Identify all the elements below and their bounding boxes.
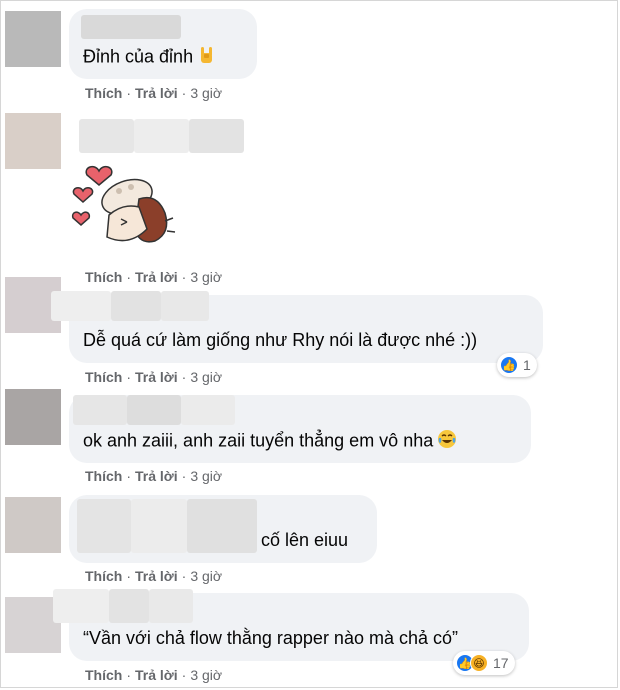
reply-link[interactable]: Trả lời [135, 468, 178, 484]
reply-link[interactable]: Trả lời [135, 85, 178, 101]
like-link[interactable]: Thích [85, 369, 122, 385]
like-link[interactable]: Thích [85, 568, 122, 584]
comment-text-content: Đỉnh của đỉnh [83, 46, 194, 67]
author-name-redacted[interactable] [53, 589, 109, 623]
separator: · [181, 85, 187, 101]
reaction-count: 17 [493, 655, 509, 671]
author-name-redacted [189, 119, 244, 153]
comment-text: ok anh zaiii, anh zaii tuyển thẳng em vô… [83, 429, 457, 454]
avatar[interactable] [5, 389, 61, 445]
separator: · [126, 85, 132, 101]
like-link[interactable]: Thích [85, 468, 122, 484]
author-name-redacted[interactable] [79, 119, 134, 153]
timestamp[interactable]: 3 giờ [190, 269, 222, 285]
author-name-redacted[interactable] [51, 291, 111, 321]
separator: · [181, 269, 187, 285]
separator: · [181, 468, 187, 484]
author-name-redacted [109, 589, 149, 623]
timestamp[interactable]: 3 giờ [190, 369, 222, 385]
comment-text: cố lên eiuu [261, 530, 349, 550]
separator: · [126, 369, 132, 385]
comment-text: “Vần với chả flow thằng rapper nào mà ch… [83, 628, 459, 648]
separator: · [181, 667, 187, 683]
author-name-redacted [127, 395, 181, 425]
thumbs-up-icon: 👍 [500, 356, 518, 374]
avatar[interactable] [5, 113, 61, 169]
comment-text: Đỉnh của đỉnh [83, 45, 217, 70]
author-name-redacted [181, 395, 235, 425]
sign-of-horns-emoji [197, 45, 217, 70]
reply-link[interactable]: Trả lời [135, 369, 178, 385]
comment-actions: Thích · Trả lời · 3 giờ [85, 85, 222, 101]
timestamp[interactable]: 3 giờ [190, 85, 222, 101]
separator: · [126, 667, 132, 683]
reply-link[interactable]: Trả lời [135, 269, 178, 285]
reaction-count: 1 [523, 357, 531, 373]
comment-list: Đỉnh của đỉnh Thích · Trả lời · 3 giờ Thích ·… [0, 0, 618, 688]
comment-bubble: ok anh zaiii, anh zaii tuyển thẳng em vô… [69, 395, 531, 463]
separator: · [126, 269, 132, 285]
separator: · [126, 568, 132, 584]
separator: · [181, 369, 187, 385]
author-name-redacted [161, 291, 209, 321]
mushroom-hearts-sticker[interactable] [69, 159, 185, 255]
tears-of-joy-emoji [437, 429, 457, 454]
comment-text: Dễ quá cứ làm giống như Rhy nói là được … [83, 330, 478, 350]
avatar[interactable] [5, 497, 61, 553]
comment-actions: Thích · Trả lời · 3 giờ [85, 369, 222, 385]
reaction-summary[interactable]: 👍 1 [497, 353, 537, 377]
author-name-redacted[interactable] [77, 499, 131, 553]
avatar[interactable] [5, 11, 61, 67]
separator: · [126, 468, 132, 484]
author-name-redacted [131, 499, 187, 553]
author-name-redacted [134, 119, 189, 153]
author-name-redacted[interactable] [81, 15, 181, 39]
author-name-redacted [187, 499, 257, 553]
timestamp[interactable]: 3 giờ [190, 667, 222, 683]
reply-link[interactable]: Trả lời [135, 568, 178, 584]
like-link[interactable]: Thích [85, 85, 122, 101]
haha-icon: 😆 [470, 654, 488, 672]
timestamp[interactable]: 3 giờ [190, 568, 222, 584]
comment-text-content: ok anh zaiii, anh zaii tuyển thẳng em vô… [83, 430, 434, 451]
timestamp[interactable]: 3 giờ [190, 468, 222, 484]
author-name-redacted [149, 589, 193, 623]
comment-actions: Thích · Trả lời · 3 giờ [85, 667, 222, 683]
like-link[interactable]: Thích [85, 269, 122, 285]
author-name-redacted[interactable] [73, 395, 127, 425]
comment-actions: Thích · Trả lời · 3 giờ [85, 269, 222, 285]
author-name-redacted [111, 291, 161, 321]
comment-bubble: Đỉnh của đỉnh [69, 9, 257, 79]
like-link[interactable]: Thích [85, 667, 122, 683]
comment-bubble: cố lên eiuu [69, 495, 377, 563]
reaction-summary[interactable]: 👍 😆 17 [453, 651, 515, 675]
comment-actions: Thích · Trả lời · 3 giờ [85, 568, 222, 584]
comment-bubble: Dễ quá cứ làm giống như Rhy nói là được … [51, 291, 543, 363]
reply-link[interactable]: Trả lời [135, 667, 178, 683]
separator: · [181, 568, 187, 584]
comment-actions: Thích · Trả lời · 3 giờ [85, 468, 222, 484]
